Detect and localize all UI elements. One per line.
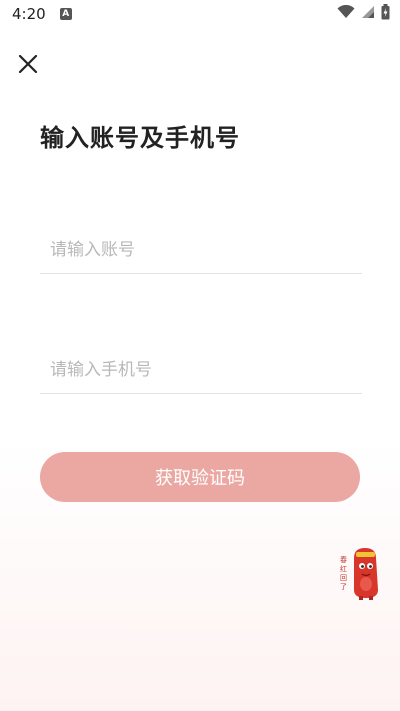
floating-mascot-button[interactable]: 春 红 回 了	[338, 544, 384, 600]
red-mascot-icon: 春 红 回 了	[340, 548, 378, 600]
status-bar: 4:20 A	[0, 0, 400, 28]
a-letter-icon: A	[59, 8, 72, 20]
account-input[interactable]	[40, 226, 362, 273]
svg-text:了: 了	[340, 583, 347, 591]
signal-icon	[362, 6, 374, 18]
phone-input[interactable]	[40, 346, 362, 393]
page-title: 输入账号及手机号	[40, 124, 240, 152]
svg-text:红: 红	[340, 564, 347, 573]
account-field	[40, 226, 362, 274]
battery-icon	[381, 4, 390, 20]
status-time: 4:20	[12, 5, 46, 23]
wifi-icon	[337, 5, 355, 18]
phone-field	[40, 346, 362, 394]
close-button[interactable]	[14, 50, 42, 78]
status-icons	[337, 4, 390, 20]
get-verification-code-button[interactable]: 获取验证码	[40, 452, 360, 502]
close-icon	[18, 54, 38, 74]
svg-text:回: 回	[340, 574, 347, 582]
svg-text:春: 春	[340, 555, 347, 564]
